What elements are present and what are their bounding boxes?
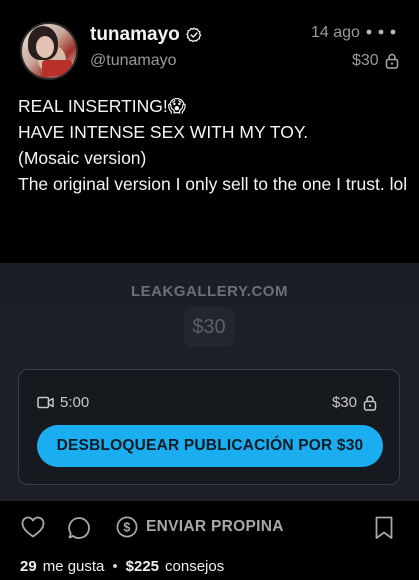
send-tip-button[interactable]: $ ENVIAR PROPINA bbox=[116, 516, 284, 538]
author-handle[interactable]: @tunamayo bbox=[90, 52, 177, 70]
post-text-line: REAL INSERTING!😱 bbox=[18, 96, 187, 116]
post-price: $30 bbox=[352, 52, 399, 70]
likes-count[interactable]: 29 bbox=[20, 558, 37, 575]
post-time: 14 ago bbox=[311, 24, 360, 41]
post-header: tunamayo @tunamayo 14 ago $30 bbox=[0, 0, 419, 90]
unlock-post-button[interactable]: DESBLOQUEAR PUBLICACIÓN POR $30 bbox=[37, 425, 383, 467]
heart-icon[interactable] bbox=[21, 516, 45, 538]
card-price: $30 bbox=[332, 394, 377, 411]
send-tip-label: ENVIAR PROPINA bbox=[146, 518, 284, 535]
tips-label: consejos bbox=[165, 558, 225, 575]
post-text-line: (Mosaic version) bbox=[18, 148, 147, 168]
lock-icon bbox=[385, 53, 398, 69]
post-text-line: HAVE INTENSE SEX WITH MY TOY. bbox=[18, 122, 309, 142]
watermark: LEAKGALLERY.COM bbox=[131, 283, 288, 300]
svg-text:$: $ bbox=[123, 521, 130, 535]
author-name[interactable]: tunamayo bbox=[90, 24, 180, 46]
author-name-row: tunamayo bbox=[90, 24, 202, 46]
post-text-line: The original version I only sell to the … bbox=[18, 174, 408, 194]
lock-icon bbox=[363, 395, 377, 411]
post-actions: $ ENVIAR PROPINA bbox=[0, 508, 419, 552]
duration-label: 5:00 bbox=[60, 394, 90, 411]
post-text: REAL INSERTING!😱 HAVE INTENSE SEX WITH M… bbox=[18, 93, 408, 197]
tips-amount[interactable]: $225 bbox=[126, 558, 159, 575]
more-icon[interactable] bbox=[364, 22, 398, 42]
card-price-label: $30 bbox=[331, 394, 357, 411]
video-icon bbox=[37, 396, 54, 409]
bookmark-icon[interactable] bbox=[374, 516, 394, 540]
media-price-preview: $30 bbox=[184, 307, 234, 347]
post-price-label: $30 bbox=[352, 52, 379, 69]
likes-label: me gusta bbox=[42, 558, 105, 575]
unlock-card: 5:00 $30 DESBLOQUEAR PUBLICACIÓN POR $30 bbox=[18, 369, 400, 485]
separator-dot: • bbox=[112, 558, 118, 575]
video-duration: 5:00 bbox=[37, 394, 89, 411]
comment-icon[interactable] bbox=[67, 516, 91, 540]
post-stats: 29 me gusta • $225 consejos bbox=[20, 558, 224, 575]
verified-icon bbox=[185, 27, 202, 43]
dollar-icon: $ bbox=[116, 516, 138, 538]
avatar[interactable] bbox=[20, 22, 78, 80]
locked-media[interactable]: LEAKGALLERY.COM $30 5:00 $30 DESBLOQUEAR… bbox=[0, 263, 419, 501]
